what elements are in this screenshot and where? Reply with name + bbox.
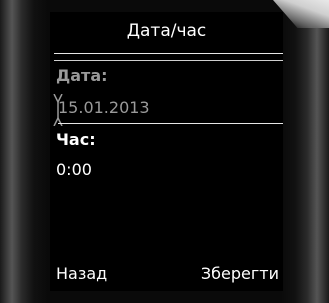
title-divider [54,53,283,54]
save-softkey[interactable]: Зберегти [201,264,279,283]
title-divider-secondary [54,60,283,61]
back-softkey[interactable]: Назад [56,264,107,283]
time-input[interactable]: 0:00 [56,160,92,179]
phone-screen: Дата/час Дата: 15.01.2013 Час: 0:00 Наза… [50,12,283,291]
time-label: Час: [56,130,96,149]
date-divider [58,123,283,124]
screen-title: Дата/час [126,21,207,41]
date-input[interactable]: 15.01.2013 [58,98,150,117]
date-label: Дата: [56,66,108,85]
